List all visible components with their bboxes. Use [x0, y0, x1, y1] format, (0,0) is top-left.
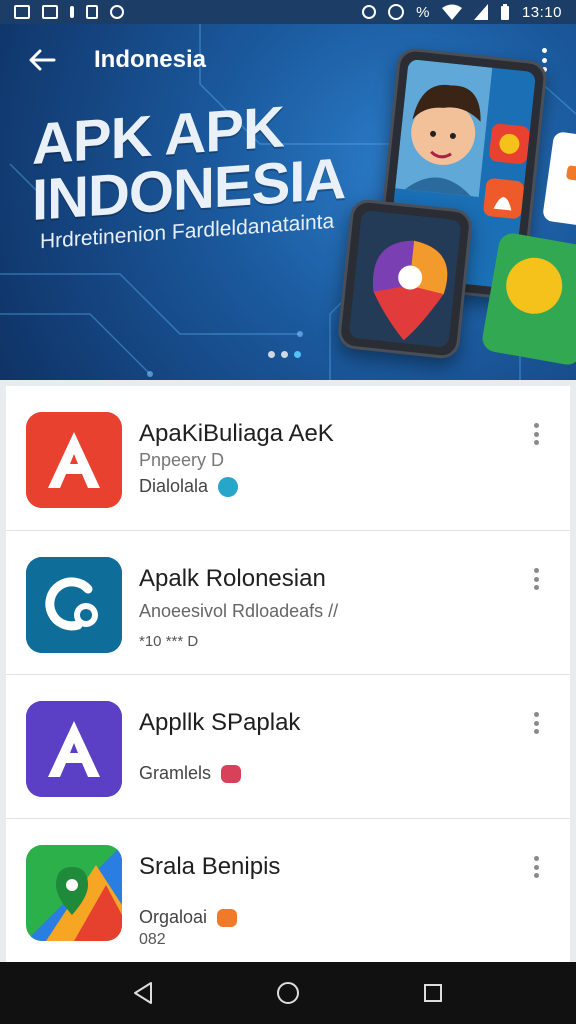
nav-home-button[interactable]: [258, 963, 318, 1023]
nav-back-button[interactable]: [113, 963, 173, 1023]
back-triangle-icon: [133, 982, 152, 1004]
app-category-text: Dialolala: [139, 476, 209, 496]
notification-dot-icon: [70, 6, 74, 18]
battery-percent-text: %: [416, 3, 430, 21]
letter-a-icon: [26, 701, 122, 797]
app-title: ApaKiBuliaga AeK: [139, 420, 334, 447]
system-nav-bar: [0, 962, 576, 1024]
app-icon-letter-a: [26, 701, 122, 797]
app-title: Srala Benipis: [139, 853, 281, 880]
carousel-indicator: [268, 351, 301, 358]
settings-icon: [110, 5, 124, 19]
carousel-dot-active[interactable]: [294, 351, 301, 358]
app-category: Gramlels: [139, 763, 242, 784]
app-meta: 082: [139, 931, 166, 948]
list-item[interactable]: Apalk Rolonesian Anoeesivol Rdloadeafs /…: [6, 530, 570, 674]
map-pin-illustration: [373, 240, 448, 341]
recents-square-icon: [424, 984, 443, 1002]
app-subtitle: Anoeesivol Rdloadeafs //: [139, 601, 338, 622]
back-button[interactable]: [20, 38, 64, 82]
more-vert-icon[interactable]: [526, 420, 546, 448]
app-category-text: Gramlels: [139, 763, 212, 783]
app-bar: Indonesia: [0, 24, 576, 96]
phone-illustration-2: [336, 198, 474, 360]
more-vert-icon[interactable]: [526, 565, 546, 593]
carousel-dot[interactable]: [268, 351, 275, 358]
signal-icon: [473, 4, 488, 20]
carousel-dot[interactable]: [281, 351, 288, 358]
hero-banner[interactable]: Indonesia APK APK INDONESIA Hrdretinenio…: [0, 24, 576, 380]
app-subtitle-text: Anoeesivol Rdloadeafs //: [139, 601, 339, 621]
badge-icon: [217, 908, 238, 927]
status-bar: % 13:10: [0, 0, 576, 24]
list-item[interactable]: Appllk SPaplak Gramlels: [6, 674, 570, 818]
app-category: Orgaloai: [139, 907, 238, 928]
app-icon-letter-a: [26, 412, 122, 508]
status-right-icons: % 13:10: [362, 4, 562, 21]
home-circle-icon: [276, 982, 299, 1004]
app-title: Apalk Rolonesian: [139, 565, 326, 592]
app-category: Dialolala: [139, 476, 239, 497]
map-pin-icon: [26, 845, 122, 941]
image-icon: [14, 5, 30, 19]
app-list: ApaKiBuliaga AeK Pnpeery D Dialolala Apa…: [6, 386, 570, 962]
app-icon-map-pin: [26, 845, 122, 941]
badge-icon: [221, 764, 242, 783]
app-icon: [86, 5, 98, 19]
more-vert-icon[interactable]: [526, 853, 546, 881]
app-rating: *10 *** D: [139, 633, 199, 650]
image-icon: [42, 5, 58, 19]
more-vert-icon[interactable]: [526, 709, 546, 737]
data-saver-icon: [388, 4, 405, 20]
badge-icon: [218, 476, 239, 497]
letter-a-icon: [26, 412, 122, 508]
status-time: 13:10: [521, 3, 562, 21]
wifi-icon: [441, 4, 462, 20]
app-icon-circle-link: [26, 557, 122, 653]
app-title: Appllk SPaplak: [139, 709, 301, 736]
arrow-left-icon: [29, 49, 56, 71]
banner-headline: APK APK INDONESIA: [32, 94, 345, 233]
list-item[interactable]: Srala Benipis Orgaloai 082: [6, 818, 570, 962]
alarm-icon: [362, 5, 377, 19]
app-category-text: Orgaloai: [139, 907, 208, 927]
battery-icon: [500, 4, 509, 20]
list-item[interactable]: ApaKiBuliaga AeK Pnpeery D Dialolala: [6, 386, 570, 530]
nav-recents-button[interactable]: [403, 963, 463, 1023]
status-left-icons: [14, 5, 124, 19]
app-subtitle: Pnpeery D: [139, 450, 225, 470]
circle-link-icon: [26, 557, 122, 653]
page-title: Indonesia: [94, 46, 207, 73]
